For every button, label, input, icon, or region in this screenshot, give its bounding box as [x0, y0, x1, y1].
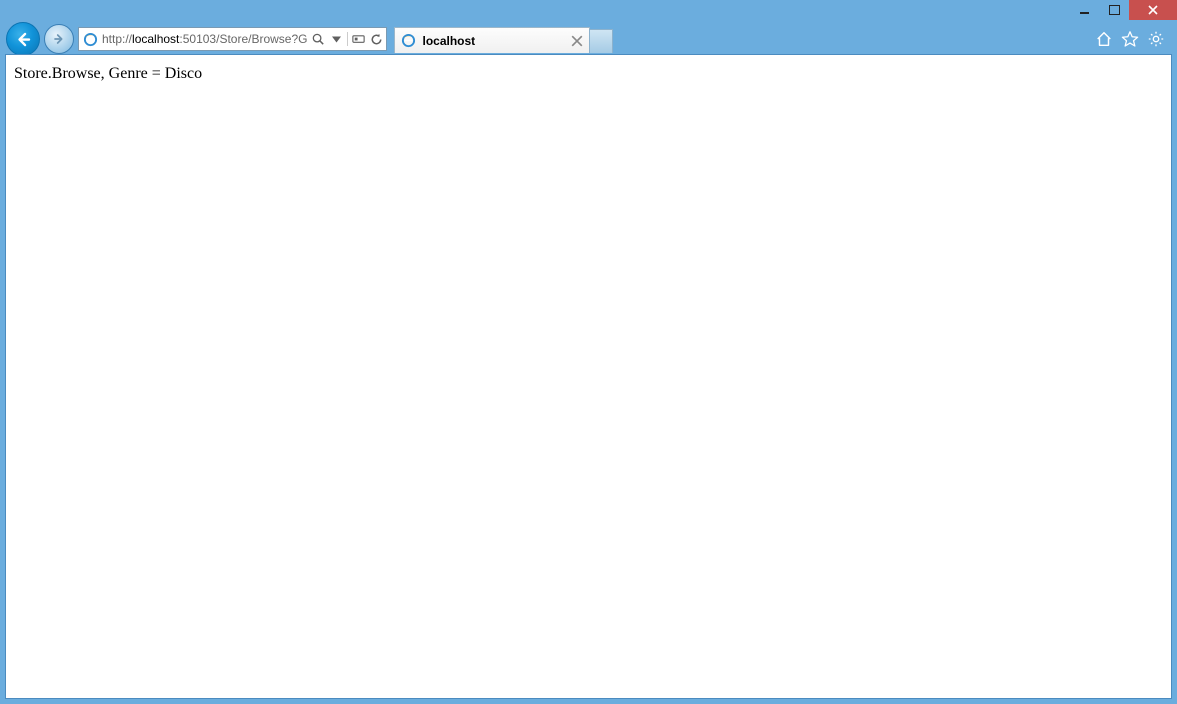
toolbar: http://localhost:50103/Store/Browse?G: [0, 24, 1177, 54]
tab-strip: localhost: [394, 25, 613, 53]
dropdown-icon[interactable]: [329, 32, 344, 47]
address-bar[interactable]: http://localhost:50103/Store/Browse?G: [78, 27, 387, 51]
separator: [347, 32, 348, 46]
tab-close-icon[interactable]: [571, 35, 583, 47]
body-text: Store.Browse, Genre = Disco: [14, 65, 1163, 83]
arrow-left-icon: [14, 30, 33, 49]
window-controls: [1069, 0, 1177, 20]
close-window-button[interactable]: [1129, 0, 1177, 20]
page-content: Store.Browse, Genre = Disco: [5, 54, 1172, 699]
titlebar: [0, 0, 1177, 24]
forward-button[interactable]: [44, 24, 74, 54]
ie-icon: [401, 33, 416, 48]
browser-window: http://localhost:50103/Store/Browse?G: [0, 0, 1177, 704]
search-icon[interactable]: [311, 32, 326, 47]
new-tab-button[interactable]: [589, 29, 613, 53]
tab-localhost[interactable]: localhost: [394, 27, 590, 53]
tab-title: localhost: [422, 34, 565, 48]
minimize-button[interactable]: [1069, 0, 1099, 20]
tools-icon[interactable]: [1147, 30, 1165, 48]
ie-icon: [83, 32, 98, 47]
address-bar-icons: [311, 32, 384, 47]
url-text: http://localhost:50103/Store/Browse?G: [102, 32, 307, 46]
close-icon: [1148, 5, 1158, 15]
url-path: :50103/Store/Browse?G: [179, 32, 307, 46]
arrow-right-icon: [51, 31, 67, 47]
url-scheme: http://: [102, 32, 132, 46]
favorites-icon[interactable]: [1121, 30, 1139, 48]
refresh-icon[interactable]: [369, 32, 384, 47]
maximize-button[interactable]: [1099, 0, 1129, 20]
home-icon[interactable]: [1095, 30, 1113, 48]
back-button[interactable]: [6, 22, 40, 56]
url-host: localhost: [132, 32, 179, 46]
toolbar-right-icons: [1095, 30, 1171, 48]
compat-view-icon[interactable]: [351, 32, 366, 47]
